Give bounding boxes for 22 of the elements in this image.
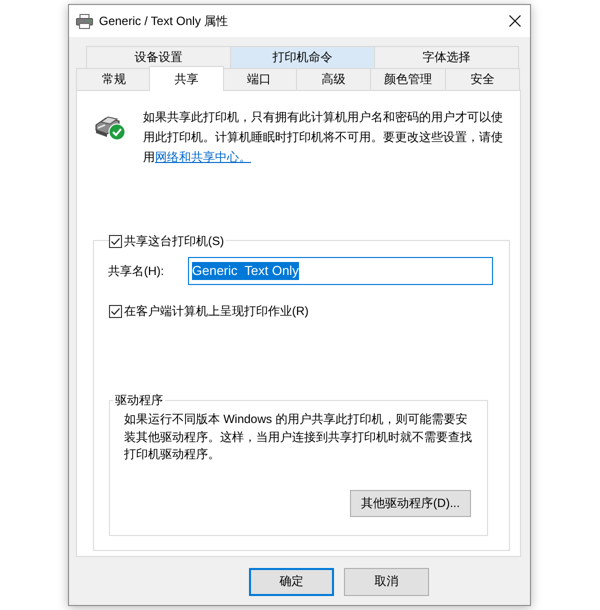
window-title: Generic / Text Only 属性	[99, 12, 230, 30]
network-sharing-link[interactable]: 网络和共享中心。	[155, 150, 251, 164]
share-name-label: 共享名(H):	[108, 262, 165, 280]
drivers-description: 如果运行不同版本 Windows 的用户共享此打印机，则可能需要安装其他驱动程序。这样，当用户连接到共享打印机时就不需要查找打印机驱动程序。	[124, 411, 473, 463]
checkbox-label[interactable]: 共享这台打印机(S)	[122, 232, 226, 250]
tab[interactable]: 安全	[444, 68, 520, 90]
checkbox[interactable]	[109, 234, 122, 248]
checkbox[interactable]	[109, 304, 122, 318]
tab[interactable]: 设备设置	[86, 46, 231, 68]
close-icon[interactable]	[509, 15, 521, 27]
tab[interactable]: 字体选择	[374, 46, 519, 68]
tab[interactable]: 共享	[148, 66, 224, 91]
group-title: 驱动程序	[113, 391, 165, 409]
checkbox-label[interactable]: 在客户端计算机上呈现打印作业(R)	[122, 302, 311, 320]
dialog-button[interactable]: 确定	[249, 568, 334, 596]
tab[interactable]: 打印机命令	[230, 46, 375, 68]
printer-icon	[76, 14, 93, 28]
share-name-field[interactable]: Generic Text Only	[188, 257, 493, 285]
tab[interactable]: 常规	[76, 68, 152, 90]
additional-drivers-button[interactable]: 其他驱动程序(D)...	[350, 490, 471, 516]
intro-text: 如果共享此打印机，只有拥有此计算机用户名和密码的用户才可以使用此打印机。计算机睡眠时打印机将不可用。要更改这些设置，请使用网络和共享中心。	[143, 109, 504, 166]
dialog-button[interactable]: 取消	[344, 568, 429, 596]
